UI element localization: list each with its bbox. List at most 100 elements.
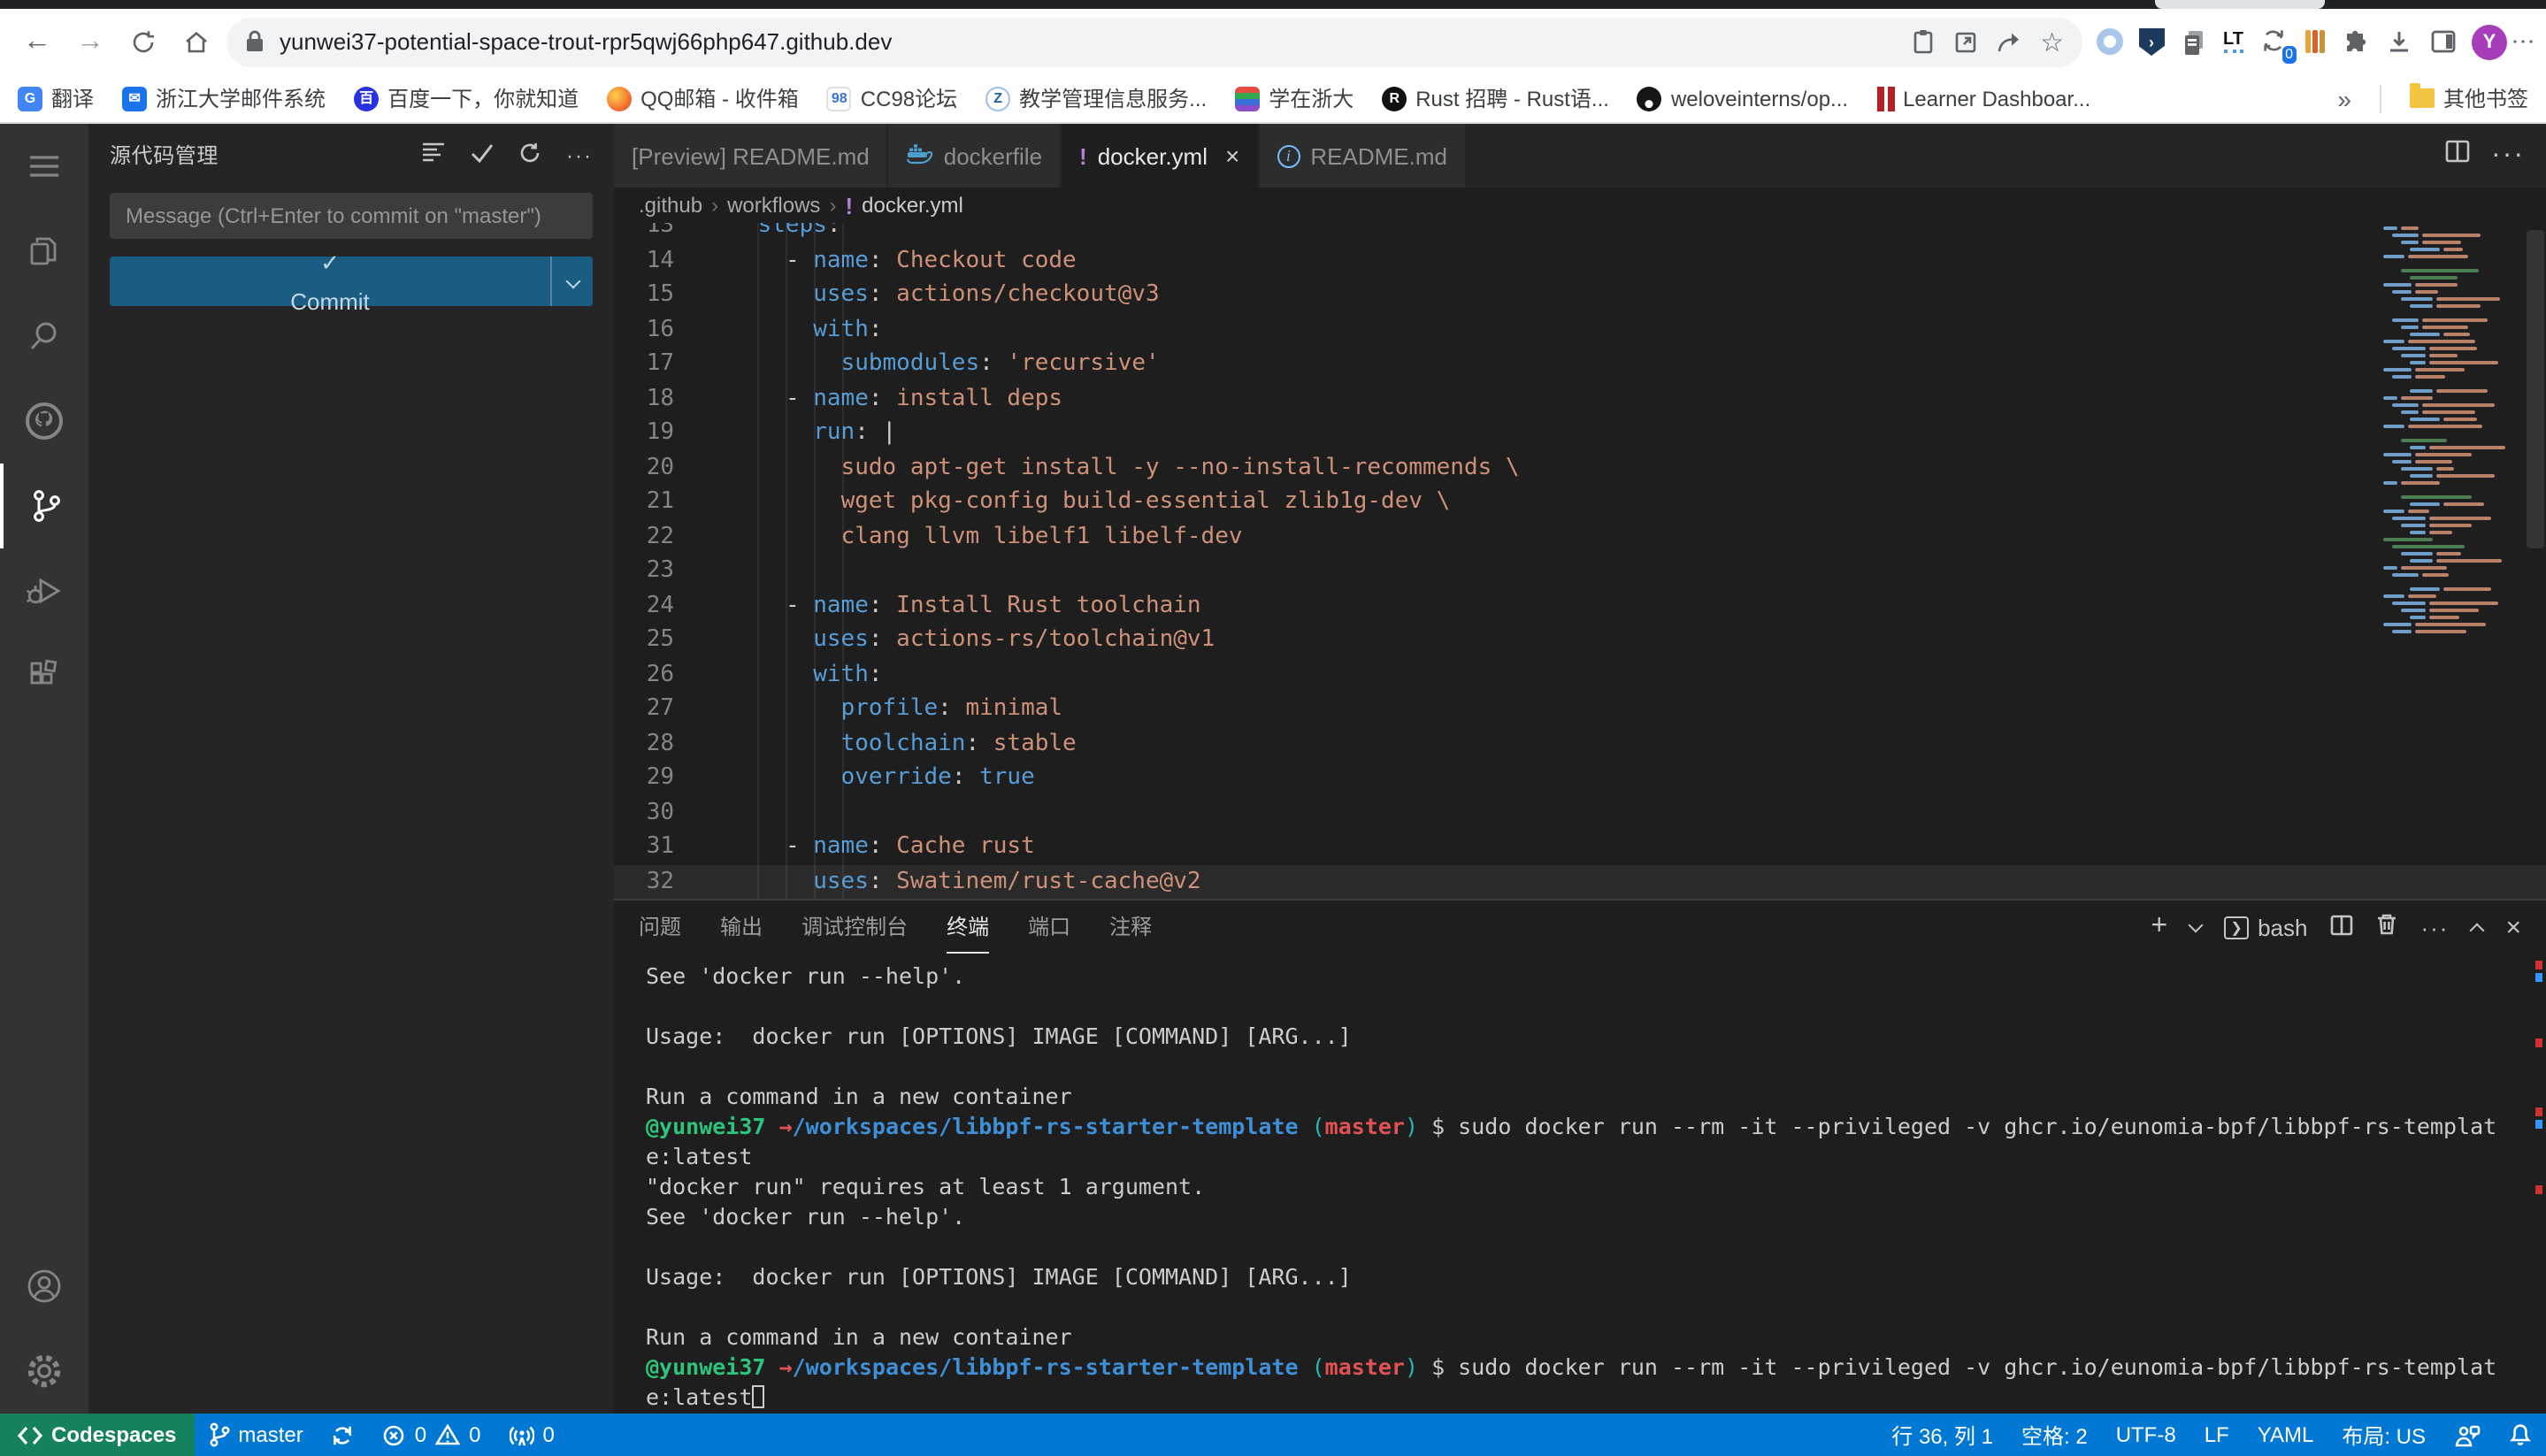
panel-tab[interactable]: 终端 xyxy=(947,900,989,954)
terminal-line[interactable]: Run a command in a new container xyxy=(646,1322,2546,1352)
new-terminal-icon[interactable]: + xyxy=(2151,915,2167,939)
extensions-icon[interactable] xyxy=(0,633,88,718)
code-line[interactable]: 25 uses: actions-rs/toolchain@v1 xyxy=(614,623,2546,657)
editor-more-icon[interactable]: ··· xyxy=(2491,140,2525,172)
code-line[interactable]: 26 with: xyxy=(614,657,2546,692)
panel-tab[interactable]: 输出 xyxy=(720,900,763,954)
remote-indicator[interactable]: Codespaces xyxy=(0,1414,194,1456)
terminal-line[interactable]: Run a command in a new container xyxy=(646,1081,2546,1111)
terminal-line[interactable] xyxy=(646,1051,2546,1081)
forward-button[interactable]: → xyxy=(67,19,113,65)
maximize-panel-icon[interactable] xyxy=(2470,923,2485,939)
panel-tab[interactable]: 问题 xyxy=(639,900,681,954)
code-line[interactable]: 32 uses: Swatinem/rust-cache@v2 xyxy=(614,864,2546,899)
code-line[interactable]: 18 - name: install deps xyxy=(614,381,2546,416)
code-line[interactable]: 30 xyxy=(614,795,2546,830)
code-line[interactable]: 20 sudo apt-get install -y --no-install-… xyxy=(614,450,2546,485)
terminal-line[interactable]: "docker run" requires at least 1 argumen… xyxy=(646,1171,2546,1201)
terminal-output[interactable]: See 'docker run --help'. Usage: docker ru… xyxy=(614,954,2546,1414)
commit-check-icon[interactable] xyxy=(471,142,494,167)
split-terminal-icon[interactable] xyxy=(2330,914,2353,940)
feedback-icon[interactable] xyxy=(2440,1414,2495,1456)
code-line[interactable]: 16 with: xyxy=(614,312,2546,347)
code-line[interactable]: 19 run: | xyxy=(614,416,2546,450)
code-line[interactable]: 21 wget pkg-config build-essential zlib1… xyxy=(614,485,2546,519)
clipboard-icon[interactable] xyxy=(1911,28,1936,55)
sync-indicator[interactable] xyxy=(318,1414,369,1456)
panel-tab[interactable]: 端口 xyxy=(1028,900,1070,954)
encoding[interactable]: UTF-8 xyxy=(2102,1414,2190,1456)
explorer-icon[interactable] xyxy=(0,209,88,294)
code-line[interactable]: 15 uses: actions/checkout@v3 xyxy=(614,278,2546,312)
bookmark-baidu[interactable]: 百百度一下，你就知道 xyxy=(354,83,579,113)
home-button[interactable] xyxy=(173,19,219,65)
sync-extension-icon[interactable]: 0 xyxy=(2259,27,2289,57)
terminal-line[interactable]: ○@yunwei37 →/workspaces/libbpf-rs-starte… xyxy=(646,1352,2546,1382)
split-editor-icon[interactable] xyxy=(2445,140,2470,172)
tab-docker-yml[interactable]: ! docker.yml × xyxy=(1062,124,1259,188)
close-panel-icon[interactable]: × xyxy=(2505,912,2521,942)
panel-more-icon[interactable]: ··· xyxy=(2420,914,2449,940)
terminal-line[interactable]: e:latest xyxy=(646,1382,2546,1412)
tab-dockerfile[interactable]: dockerfile xyxy=(889,124,1062,188)
terminal-line[interactable]: Usage: docker run [OPTIONS] IMAGE [COMMA… xyxy=(646,1261,2546,1291)
minimap[interactable] xyxy=(2380,226,2521,637)
ports-indicator[interactable]: 0 xyxy=(495,1414,569,1456)
problems-indicator[interactable]: 0 0 xyxy=(369,1414,495,1456)
bookmark-learner-dashboard[interactable]: Learner Dashboar... xyxy=(1876,86,2090,111)
url-text[interactable]: yunwei37-potential-space-trout-rpr5qwj66… xyxy=(280,28,1897,55)
tab-readme[interactable]: i README.md xyxy=(1259,124,1467,188)
address-bar[interactable]: yunwei37-potential-space-trout-rpr5qwj66… xyxy=(226,17,2082,66)
refresh-icon[interactable] xyxy=(518,141,541,169)
panel-tab[interactable]: 注释 xyxy=(1109,900,1152,954)
language-mode[interactable]: YAML xyxy=(2243,1414,2328,1456)
bookmark-zju-mail[interactable]: ✉浙江大学邮件系统 xyxy=(122,83,326,113)
source-control-icon[interactable] xyxy=(0,464,88,548)
code-line[interactable]: 23 xyxy=(614,554,2546,588)
code-line[interactable]: 13 steps: xyxy=(614,223,2546,243)
bookmark-xuezai-zjd[interactable]: 学在浙大 xyxy=(1235,83,1354,113)
more-actions-icon[interactable]: ··· xyxy=(566,142,593,167)
code-line[interactable]: 14 - name: Checkout code xyxy=(614,243,2546,278)
bookmark-cc98[interactable]: 98CC98论坛 xyxy=(827,83,957,113)
terminal-line[interactable]: e:latest xyxy=(646,1141,2546,1171)
view-as-list-icon[interactable] xyxy=(421,142,446,168)
ext-circle-icon[interactable] xyxy=(2096,28,2122,55)
share-icon[interactable] xyxy=(1996,29,2022,54)
commit-button[interactable]: ✓Commit xyxy=(110,257,593,306)
kill-terminal-icon[interactable] xyxy=(2376,913,2397,941)
bookmark-edu-admin[interactable]: Z教学管理信息服务... xyxy=(985,83,1207,113)
code-line[interactable]: 27 profile: minimal xyxy=(614,692,2546,726)
tab-preview-readme[interactable]: [Preview] README.md xyxy=(614,124,889,188)
downloads-icon[interactable] xyxy=(2385,27,2413,56)
browser-tab-sliver[interactable] xyxy=(2155,0,2325,9)
terminal-line[interactable]: See 'docker run --help'. xyxy=(646,1201,2546,1231)
ext-pages-icon[interactable] xyxy=(2181,27,2207,56)
commit-message-input[interactable] xyxy=(110,193,593,239)
languagetool-icon[interactable]: LT xyxy=(2223,30,2243,53)
terminal-line[interactable] xyxy=(646,1291,2546,1322)
settings-gear-icon[interactable] xyxy=(0,1329,88,1414)
terminal-line[interactable]: See 'docker run --help'. xyxy=(646,961,2546,991)
other-bookmarks[interactable]: 其他书签 xyxy=(2410,83,2528,113)
code-line[interactable]: 22 clang llvm libelf1 libelf-dev xyxy=(614,519,2546,554)
profile-avatar[interactable]: Y xyxy=(2472,24,2507,59)
code-line[interactable]: 17 submodules: 'recursive' xyxy=(614,347,2546,381)
crayons-icon[interactable] xyxy=(2305,30,2325,53)
code-line[interactable]: 31 - name: Cache rust xyxy=(614,830,2546,864)
editor-scrollbar[interactable] xyxy=(2527,230,2544,548)
back-button[interactable]: ← xyxy=(14,19,60,65)
bookmark-rust-jobs[interactable]: RRust 招聘 - Rust语... xyxy=(1382,83,1609,113)
bookmark-qq-mail[interactable]: QQ邮箱 - 收件箱 xyxy=(607,83,799,113)
account-icon[interactable] xyxy=(0,1244,88,1329)
indentation[interactable]: 空格: 2 xyxy=(2007,1414,2102,1456)
menu-hamburger-icon[interactable] xyxy=(0,124,88,209)
terminal-line[interactable]: Usage: docker run [OPTIONS] IMAGE [COMMA… xyxy=(646,1021,2546,1051)
shell-selector[interactable]: ❯bash xyxy=(2224,914,2307,940)
code-line[interactable]: 29 override: true xyxy=(614,761,2546,795)
close-tab-icon[interactable]: × xyxy=(1225,142,1239,170)
run-debug-icon[interactable] xyxy=(0,548,88,633)
reload-button[interactable] xyxy=(120,19,166,65)
bookmark-translate[interactable]: G翻译 xyxy=(18,83,94,113)
bookmark-github-repo[interactable]: weloveinterns/op... xyxy=(1637,86,1848,111)
